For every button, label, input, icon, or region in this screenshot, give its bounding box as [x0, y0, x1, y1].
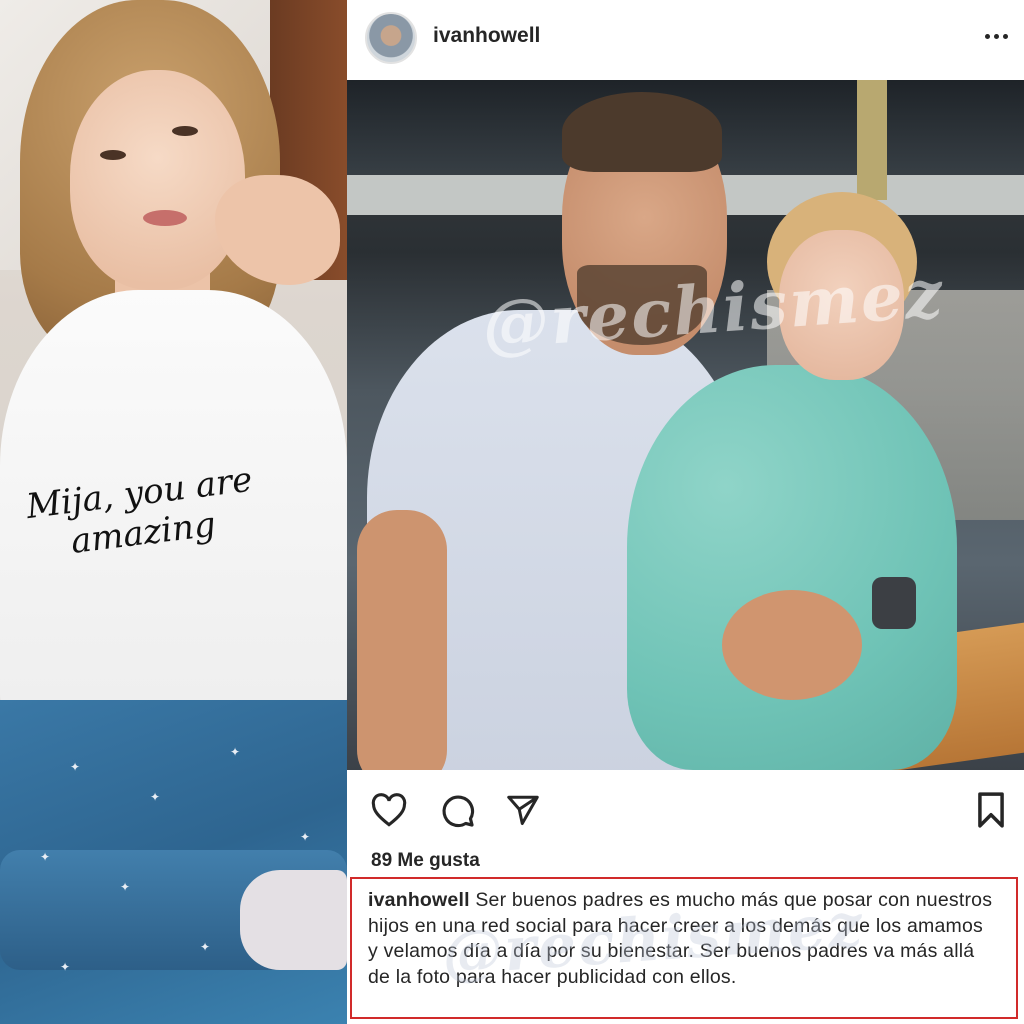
avatar[interactable] [365, 12, 417, 64]
instagram-post: ivanhowell @rechismez 89 Me gusta ivanho… [347, 0, 1024, 1024]
bookmark-icon[interactable] [969, 788, 1013, 832]
man-hand [722, 590, 862, 700]
post-username[interactable]: ivanhowell [433, 24, 540, 48]
man-arm [357, 510, 447, 770]
more-options-icon[interactable] [981, 22, 1011, 50]
post-header: ivanhowell [347, 0, 1024, 80]
wristwatch [872, 577, 916, 629]
post-photo[interactable] [347, 80, 1024, 770]
woman-eye-right [172, 126, 198, 136]
likes-count[interactable]: 89 Me gusta [371, 850, 480, 872]
heart-icon[interactable] [367, 788, 411, 832]
comment-icon[interactable] [435, 788, 479, 832]
star-print: ✦ [70, 760, 81, 774]
star-print: ✦ [300, 830, 311, 844]
send-icon[interactable] [501, 788, 545, 832]
photo-window-frame [857, 80, 887, 200]
action-bar [347, 780, 1024, 840]
left-photo: Mija, you are amazing ✦ ✦ ✦ ✦ ✦ ✦ ✦ ✦ [0, 0, 347, 1024]
caption-username[interactable]: ivanhowell [368, 889, 470, 911]
sock [240, 870, 347, 970]
child-dress [627, 365, 957, 770]
star-print: ✦ [40, 850, 51, 864]
woman-eye-left [100, 150, 126, 160]
star-print: ✦ [200, 940, 211, 954]
star-print: ✦ [120, 880, 131, 894]
man-hair [562, 92, 722, 172]
woman-mouth [143, 210, 187, 226]
woman-face [70, 70, 245, 290]
star-print: ✦ [230, 745, 241, 759]
star-print: ✦ [150, 790, 161, 804]
star-print: ✦ [60, 960, 71, 974]
